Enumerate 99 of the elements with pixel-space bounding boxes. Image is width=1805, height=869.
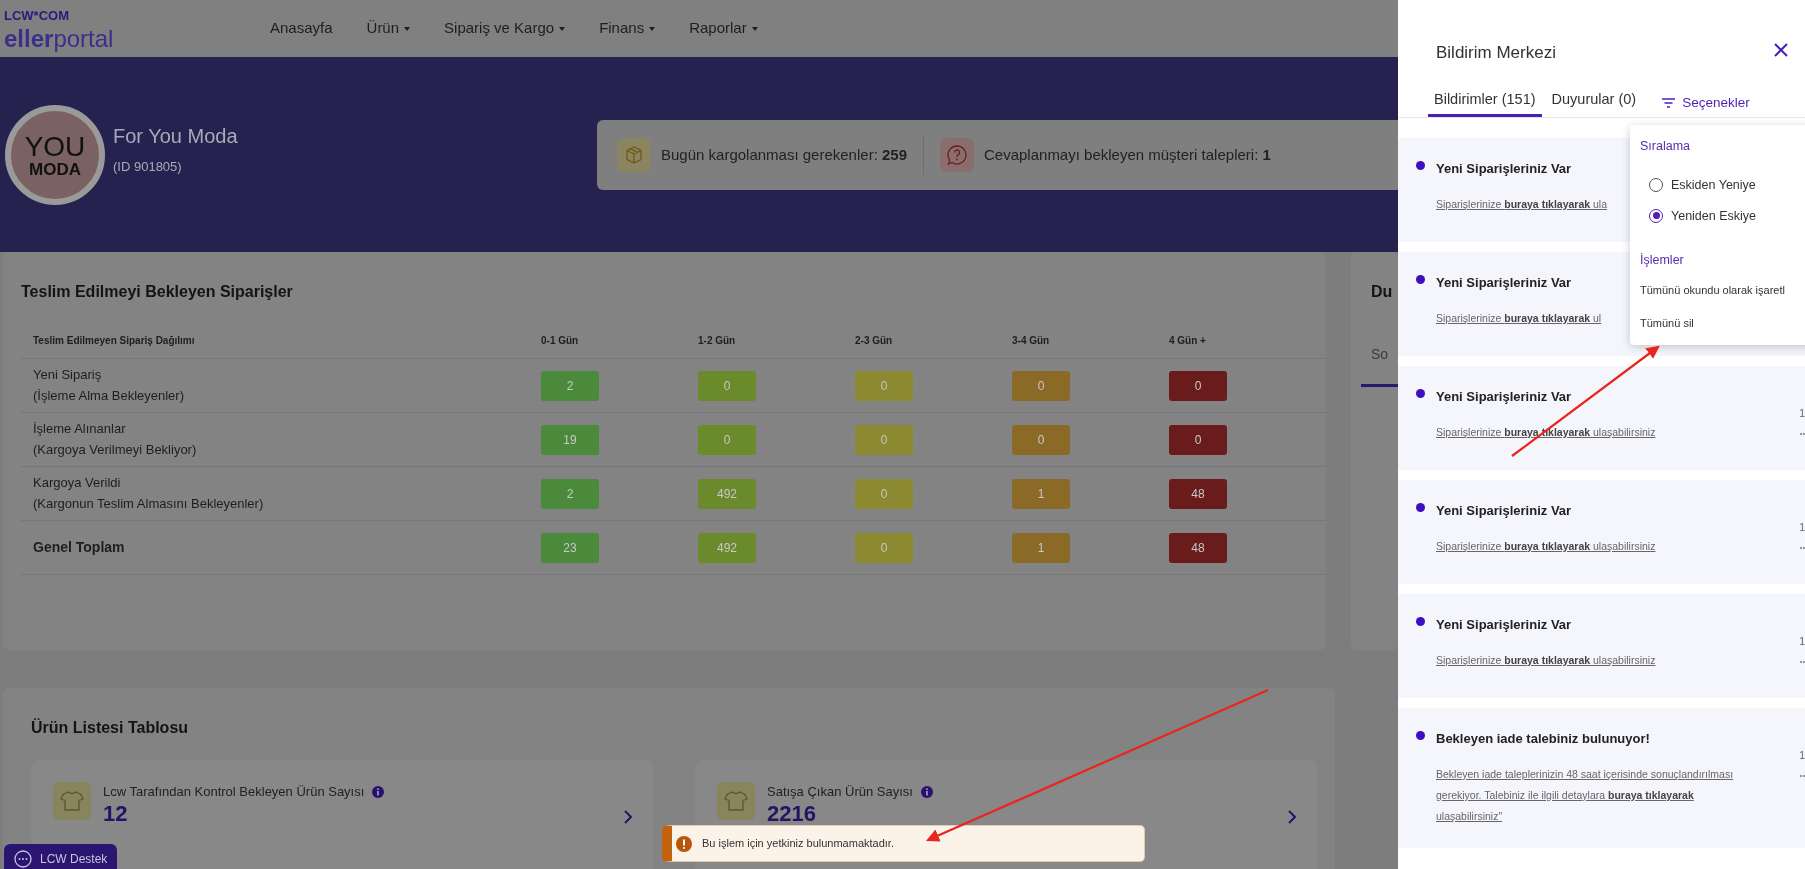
count-cell: 0 [1012,424,1070,455]
tab[interactable]: Bildirimler (151) [1428,89,1542,117]
chevron-right-icon [1287,810,1297,824]
column-header: 4 Gün + [1169,326,1326,359]
store-id: (ID 901805) [113,158,182,176]
close-button[interactable] [1774,43,1788,57]
notification-time: 1 [1799,748,1805,763]
column-header: 3-4 Gün [1012,326,1169,359]
column-header: 0-1 Gün [541,326,698,359]
tile-value: 2216 [767,801,817,826]
more-icon [1800,660,1805,664]
row-label: Genel Toplam [33,538,125,558]
radio-option[interactable]: Yeniden Eskiye [1640,206,1757,226]
chevron-right-icon [623,810,633,824]
count-cell: 2 [541,370,599,401]
count-cell: 0 [855,424,913,455]
count-cell: 2 [541,478,599,509]
info-icon [920,785,933,798]
menu-heading: Sıralama [1640,138,1692,155]
stat-text: Bugün kargolanması gerekenler: 259 [661,144,907,165]
row-label: Kargoya Verildi [33,473,121,492]
nav-link[interactable]: Anasayfa [270,17,333,40]
store-name: For You Moda [113,124,238,149]
count-cell: 19 [541,424,599,455]
count-cell: 492 [698,478,756,509]
menu-heading: İşlemler [1640,252,1685,270]
logo-text: LCW*COM [4,8,69,22]
count-cell: 492 [698,532,756,563]
count-cell: 0 [1169,424,1227,455]
notification-text: Siparişlerinize buraya tıklayarak ula [1436,197,1608,212]
notification-text: Siparişlerinize buraya tıklayarak ulaşabilirsiniz [1436,539,1656,554]
nav-link[interactable]: Raporlar [689,17,758,40]
panel-title: Bildirim Merkezi [1436,42,1556,64]
card-title: Du [1371,282,1394,302]
logo-text: MODA [29,160,81,178]
notification-time: 1 [1799,634,1805,649]
tshirt-icon [717,782,755,820]
notification-title: Yeni Siparişleriniz Var [1436,616,1572,634]
toast-message: Bu işlem için yetkiniz bulunmamaktadır. [702,836,894,852]
notification-card[interactable]: Bekleyen iade talebiniz bulunuyor! Bekleyen iade taleplerinizin 48 saat içerisinde sonuçlandırılması gerekiyor. Talebiniz ile ilgili detaylara buraya tıklayarak ulaşabilirsiniz" 1 [1398,708,1805,848]
notification-title: Yeni Siparişleriniz Var [1436,388,1572,406]
count-cell: 23 [541,532,599,563]
notification-title: Yeni Siparişleriniz Var [1436,274,1572,292]
nav-link[interactable]: Finans [599,17,656,40]
row-label: Yeni Sipariş [33,365,102,384]
tile-value: 12 [103,801,129,826]
count-cell: 0 [855,478,913,509]
count-cell: 1 [1012,532,1070,563]
count-cell: 0 [1169,370,1227,401]
count-cell: 0 [855,370,913,401]
stat-text: Cevaplanmayı bekleyen müşteri talepleri: 1 [984,144,1271,165]
count-cell: 0 [855,532,913,563]
count-cell: 1 [1012,478,1070,509]
card-title: Teslim Edilmeyi Bekleyen Siparişler [21,282,294,302]
column-header: 1-2 Gün [698,326,855,359]
count-cell: 48 [1169,532,1227,563]
row-sublabel: (Kargoya Verilmeyi Bekliyor) [33,440,197,459]
row-label: İşleme Alınanlar [33,419,126,438]
package-icon [617,138,651,172]
notification-text: Bekleyen iade taleplerinizin 48 saat içerisinde sonuçlandırılması gerekiyor. Talebiniz ile ilgili detaylara buraya tıklayarak ulaşabilirsiniz" [1436,767,1735,824]
filter-icon [1662,97,1676,108]
notification-text: Siparişlerinize buraya tıklayarak ul [1436,311,1602,326]
notification-title: Yeni Siparişleriniz Var [1436,160,1572,178]
notification-time: 1 [1799,406,1805,421]
menu-item[interactable]: Tümünü okundu olarak işaretl [1640,282,1785,299]
warning-icon [676,835,692,852]
radio-option[interactable]: Eskiden Yeniye [1640,175,1756,195]
column-header: Teslim Edilmeyen Sipariş Dağılımı [21,326,541,359]
row-sublabel: (Kargonun Teslim Almasını Bekleyenler) [33,494,264,513]
count-cell: 0 [698,424,756,455]
nav-link[interactable]: Ürün [366,17,411,40]
column-header: 2-3 Gün [855,326,1012,359]
notification-title: Bekleyen iade talebiniz bulunuyor! [1436,730,1650,748]
logo-text: ellerportal [4,26,114,51]
more-icon [1800,432,1805,436]
question-bubble-icon [940,138,974,172]
notification-time: 1 [1799,520,1805,535]
count-cell: 48 [1169,478,1227,509]
tshirt-icon [53,782,91,820]
notification-title: Yeni Siparişleriniz Var [1436,502,1572,520]
tile-label: Lcw Tarafından Kontrol Bekleyen Ürün Sayısı [103,783,365,801]
tab[interactable]: Duyurular (0) [1545,89,1643,117]
notification-card[interactable]: Yeni Siparişleriniz Var Siparişlerinize buraya tıklayarak ulaşabilirsiniz 1 [1398,594,1805,698]
count-cell: 0 [1012,370,1070,401]
options-button[interactable]: Seçenekler [1662,92,1750,117]
notification-card[interactable]: Yeni Siparişleriniz Var Siparişlerinize buraya tıklayarak ulaşabilirsiniz 1 [1398,480,1805,584]
support-button[interactable]: LCW Destek [4,844,118,869]
chat-icon [14,850,32,868]
notification-text: Siparişlerinize buraya tıklayarak ulaşabilirsiniz [1436,653,1656,668]
card-title: Ürün Listesi Tablosu [31,717,190,738]
logo-text: YOU [24,132,86,161]
row-sublabel: (İşleme Alma Bekleyenler) [33,386,184,405]
nav-link[interactable]: Sipariş ve Kargo [444,17,566,40]
count-cell: 0 [698,370,756,401]
more-icon [1800,774,1805,778]
info-icon [372,785,385,798]
menu-item[interactable]: Tümünü sil [1640,314,1694,331]
more-icon [1800,546,1805,550]
tile-label: Satışa Çıkan Ürün Sayısı [767,783,913,801]
